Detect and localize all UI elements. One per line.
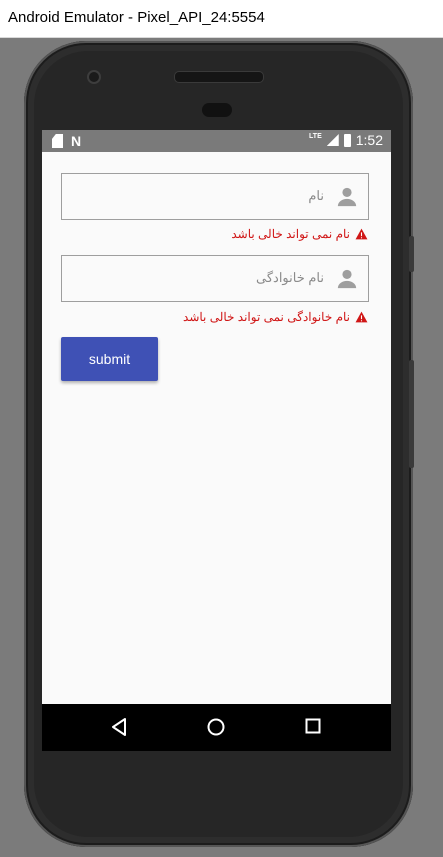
- network-type: LTE: [309, 132, 322, 140]
- warning-icon: [355, 228, 368, 240]
- first-name-error: نام نمی تواند خالی باشد: [231, 227, 368, 241]
- home-icon[interactable]: [207, 718, 225, 736]
- volume-rocker[interactable]: [409, 360, 414, 468]
- last-name-error-text: نام خانوادگی نمی تواند خالی باشد: [183, 310, 350, 324]
- sd-card-icon: [52, 134, 63, 148]
- status-bar: N LTE 1:52: [42, 130, 391, 152]
- last-name-input[interactable]: نام خانوادگی: [61, 255, 369, 302]
- proximity-sensor: [202, 103, 232, 117]
- device-screen: N LTE 1:52 نام نام نمی تواند خالی باشد ن…: [42, 130, 391, 751]
- navigation-bar: [42, 704, 391, 751]
- person-icon: [337, 269, 357, 289]
- recents-icon[interactable]: [305, 718, 321, 734]
- window-title: Android Emulator - Pixel_API_24:5554: [8, 9, 265, 26]
- submit-button[interactable]: submit: [61, 337, 158, 381]
- warning-icon: [355, 311, 368, 323]
- back-icon[interactable]: [111, 718, 127, 736]
- notification-n-icon: N: [71, 133, 82, 149]
- first-name-error-text: نام نمی تواند خالی باشد: [231, 227, 350, 241]
- last-name-placeholder: نام خانوادگی: [256, 270, 324, 285]
- first-name-placeholder: نام: [308, 188, 324, 203]
- earpiece-speaker: [174, 71, 264, 83]
- status-clock: 1:52: [355, 132, 383, 148]
- last-name-error: نام خانوادگی نمی تواند خالی باشد: [183, 310, 368, 324]
- front-camera-icon: [87, 70, 101, 84]
- signal-icon: [326, 134, 339, 146]
- person-icon: [337, 187, 357, 207]
- battery-icon: [343, 133, 351, 147]
- window-titlebar[interactable]: Android Emulator - Pixel_API_24:5554: [0, 0, 443, 38]
- first-name-input[interactable]: نام: [61, 173, 369, 220]
- power-button[interactable]: [409, 236, 414, 272]
